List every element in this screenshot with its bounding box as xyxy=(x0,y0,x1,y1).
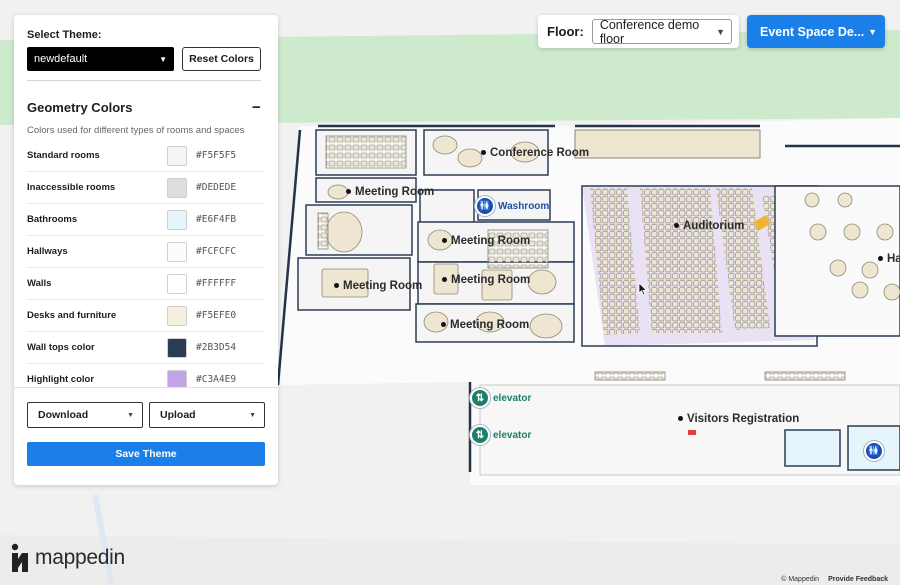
color-row-label: Bathrooms xyxy=(27,214,78,225)
chevron-down-icon: ▼ xyxy=(716,26,725,37)
collapse-icon[interactable]: − xyxy=(252,99,261,116)
map-label-visitors-registration[interactable]: Visitors Registration xyxy=(678,413,799,425)
color-row-walls: Walls #FFFFFF xyxy=(27,268,265,300)
save-theme-button[interactable]: Save Theme xyxy=(27,442,265,466)
elevator-icon: ⇅ xyxy=(470,425,490,445)
event-space-dropdown-button[interactable]: Event Space De... ▼ xyxy=(747,15,885,48)
map-label-conference-room[interactable]: Conference Room xyxy=(481,147,589,159)
color-swatch[interactable] xyxy=(167,145,187,166)
color-row-label: Wall tops color xyxy=(27,342,95,353)
theme-label: Select Theme: xyxy=(27,29,102,41)
color-hex-value[interactable]: #FFFFFF xyxy=(196,278,236,289)
mappedin-logo[interactable]: mappedin xyxy=(11,543,125,573)
color-swatch[interactable] xyxy=(167,337,187,358)
color-list[interactable]: Standard rooms #F5F5F5 Inaccessible room… xyxy=(27,140,265,388)
footer: © Mappedin Provide Feedback xyxy=(781,576,888,583)
color-row-label: Standard rooms xyxy=(27,150,100,161)
washroom-icon: 🚻 xyxy=(475,196,495,216)
upload-dropdown[interactable]: Upload ▼ xyxy=(149,402,265,428)
reset-colors-button[interactable]: Reset Colors xyxy=(182,47,261,71)
download-dropdown[interactable]: Download ▼ xyxy=(27,402,143,428)
chevron-down-icon: ▼ xyxy=(249,411,256,419)
chevron-down-icon: ▼ xyxy=(127,411,134,419)
elevator-icon: ⇅ xyxy=(470,388,490,408)
color-row-hallways: Hallways #FCFCFC xyxy=(27,236,265,268)
color-swatch[interactable] xyxy=(167,305,187,326)
color-row-wall-tops: Wall tops color #2B3D54 xyxy=(27,332,265,364)
color-row-inaccessible-rooms: Inaccessible rooms #DEDEDE xyxy=(27,172,265,204)
divider xyxy=(14,387,278,388)
color-hex-value[interactable]: #FCFCFC xyxy=(196,246,236,257)
color-swatch[interactable] xyxy=(167,273,187,294)
mappedin-logo-icon xyxy=(11,543,28,572)
copyright-text: © Mappedin xyxy=(781,576,820,583)
color-hex-value[interactable]: #C3A4E9 xyxy=(196,374,236,385)
color-swatch[interactable] xyxy=(167,369,187,388)
map-label-meeting-room[interactable]: Meeting Room xyxy=(334,280,422,292)
floor-selector: Floor: Conference demo floor ▼ xyxy=(538,15,739,48)
map-label-meeting-room[interactable]: Meeting Room xyxy=(442,274,530,286)
provide-feedback-link[interactable]: Provide Feedback xyxy=(828,576,888,583)
washroom-marker[interactable]: 🚻 Washroom xyxy=(475,196,549,216)
color-swatch[interactable] xyxy=(167,177,187,198)
color-hex-value[interactable]: #E6F4FB xyxy=(196,214,236,225)
color-swatch[interactable] xyxy=(167,241,187,262)
color-row-label: Highlight color xyxy=(27,374,95,385)
brand-name: mappedin xyxy=(35,546,125,569)
color-row-bathrooms: Bathrooms #E6F4FB xyxy=(27,204,265,236)
color-row-standard-rooms: Standard rooms #F5F5F5 xyxy=(27,140,265,172)
color-swatch[interactable] xyxy=(167,209,187,230)
map-label-auditorium[interactable]: Auditorium xyxy=(674,220,744,232)
color-row-highlight: Highlight color #C3A4E9 xyxy=(27,364,265,388)
divider xyxy=(27,80,261,81)
floor-label: Floor: xyxy=(547,24,584,39)
section-description: Colors used for different types of rooms… xyxy=(27,125,245,136)
chevron-down-icon: ▼ xyxy=(159,54,167,64)
elevator-marker[interactable]: ⇅ elevator xyxy=(470,388,531,408)
color-row-label: Desks and furniture xyxy=(27,310,117,321)
color-hex-value[interactable]: #F5F5F5 xyxy=(196,150,236,161)
map-label-meeting-room[interactable]: Meeting Room xyxy=(346,186,434,198)
color-row-label: Walls xyxy=(27,278,52,289)
theme-dropdown-value: newdefault xyxy=(34,53,88,65)
floor-dropdown-value: Conference demo floor xyxy=(599,17,700,46)
floor-dropdown[interactable]: Conference demo floor ▼ xyxy=(591,17,732,46)
washroom-icon: 🚻 xyxy=(864,441,884,461)
washroom-marker[interactable]: 🚻 xyxy=(864,441,884,461)
chevron-down-icon: ▼ xyxy=(868,26,877,37)
event-space-label: Event Space De... xyxy=(760,24,865,39)
upload-label: Upload xyxy=(160,409,196,421)
map-label-meeting-room[interactable]: Meeting Room xyxy=(442,235,530,247)
color-row-desks-and-furniture: Desks and furniture #F5EFE0 xyxy=(27,300,265,332)
elevator-marker[interactable]: ⇅ elevator xyxy=(470,425,531,445)
theme-panel: Select Theme: newdefault ▼ Reset Colors … xyxy=(14,15,278,485)
mouse-cursor-icon xyxy=(638,282,648,296)
color-row-label: Hallways xyxy=(27,246,68,257)
color-hex-value[interactable]: #2B3D54 xyxy=(196,342,236,353)
theme-dropdown[interactable]: newdefault ▼ xyxy=(27,47,174,71)
download-label: Download xyxy=(38,409,89,421)
color-hex-value[interactable]: #F5EFE0 xyxy=(196,310,236,321)
color-row-label: Inaccessible rooms xyxy=(27,182,116,193)
section-title: Geometry Colors xyxy=(27,100,133,115)
map-label-hall[interactable]: Ha xyxy=(878,253,900,265)
map-label-meeting-room[interactable]: Meeting Room xyxy=(441,319,529,331)
color-hex-value[interactable]: #DEDEDE xyxy=(196,182,236,193)
